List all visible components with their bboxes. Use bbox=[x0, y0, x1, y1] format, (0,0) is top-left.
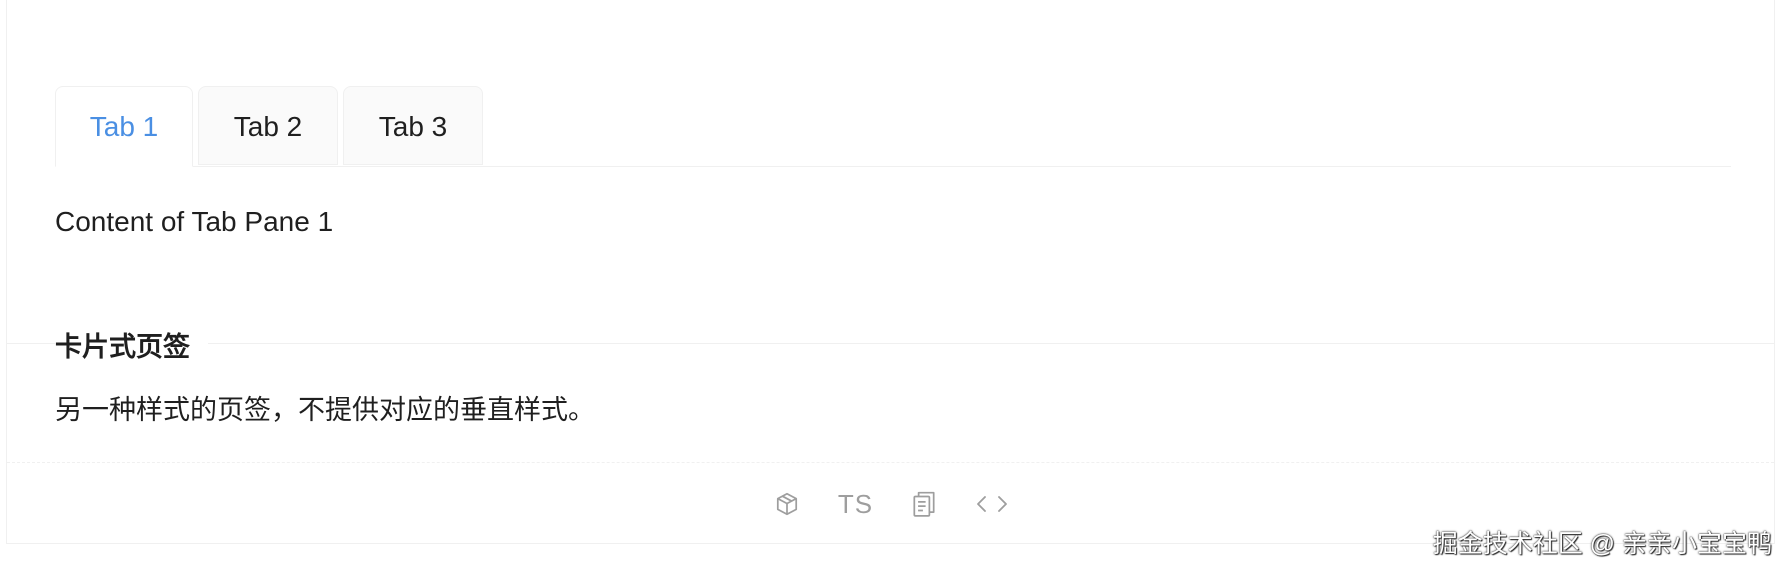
cube-icon[interactable] bbox=[772, 486, 802, 522]
watermark: 掘金技术社区 @ 亲亲小宝宝鸭 bbox=[1432, 530, 1772, 558]
demo-actions: TS bbox=[7, 486, 1774, 522]
section-description: 另一种样式的页签，不提供对应的垂直样式。 bbox=[55, 395, 595, 425]
code-icon[interactable] bbox=[975, 486, 1009, 522]
code-demo-card: Tab 1 Tab 2 Tab 3 Content of Tab Pane 1 … bbox=[6, 0, 1775, 544]
typescript-toggle[interactable]: TS bbox=[838, 486, 873, 522]
tab-2[interactable]: Tab 2 bbox=[198, 86, 338, 165]
copy-icon[interactable] bbox=[909, 486, 939, 522]
tab-pane-content: Content of Tab Pane 1 bbox=[55, 206, 334, 237]
demo-preview: Tab 1 Tab 2 Tab 3 Content of Tab Pane 1 bbox=[7, 0, 1774, 344]
actions-divider bbox=[7, 462, 1774, 463]
tab-3[interactable]: Tab 3 bbox=[343, 86, 483, 165]
section-title: 卡片式页签 bbox=[55, 330, 208, 364]
tab-1[interactable]: Tab 1 bbox=[55, 86, 193, 167]
card-tabs: Tab 1 Tab 2 Tab 3 bbox=[55, 86, 1731, 167]
